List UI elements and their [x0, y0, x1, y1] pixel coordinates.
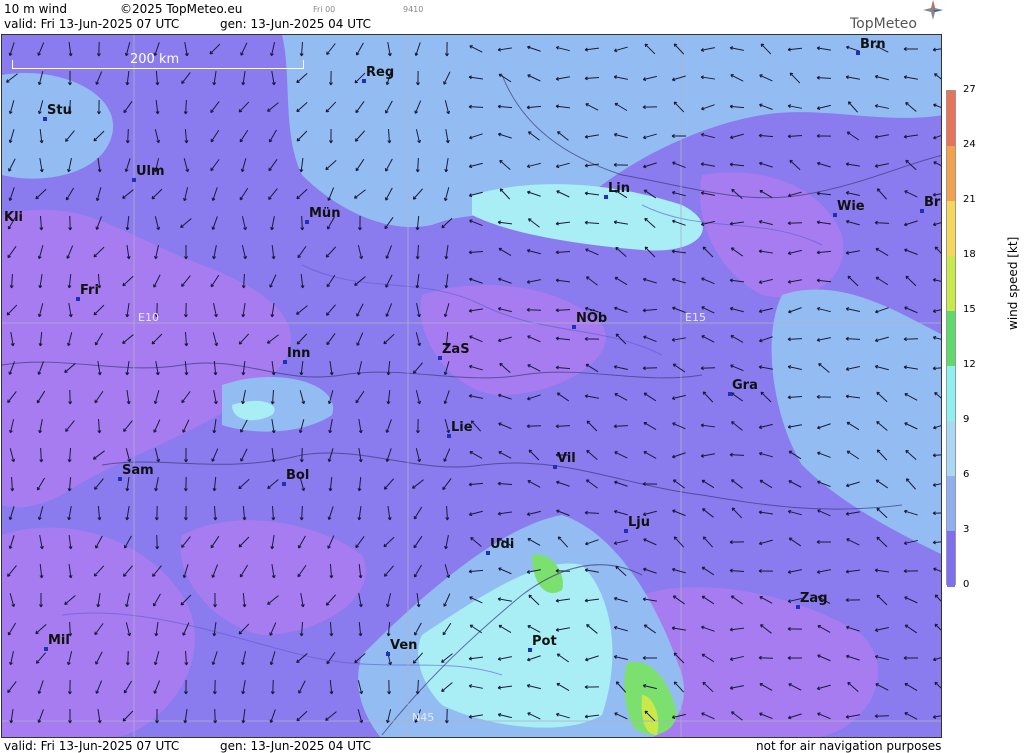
legend-segment [947, 366, 955, 422]
legend-tick-label: 24 [963, 139, 976, 150]
city-label: Udi [490, 537, 515, 552]
city-label: Mün [309, 206, 341, 221]
legend-tick-label: 0 [963, 579, 970, 590]
legend-tick-label: 21 [963, 194, 976, 205]
grid-label-e10: E10 [138, 311, 159, 324]
city-reg[interactable]: Reg [362, 65, 395, 83]
city-nob[interactable]: NÖb [572, 311, 608, 329]
city-ven[interactable]: Ven [386, 638, 418, 656]
run-label: Fri 00 [313, 5, 336, 14]
city-bol[interactable]: Bol [282, 468, 310, 486]
city-label: Sam [122, 463, 154, 478]
city-zas[interactable]: ZaS [438, 342, 470, 360]
legend-tick-label: 3 [963, 524, 970, 535]
city-label: Wie [837, 199, 865, 214]
wind-map[interactable]: 200 km E10 E15 N45 Brn Reg Stu Ulm Lin W… [1, 34, 942, 738]
grid-label-n45: N45 [412, 711, 435, 724]
copyright: ©2025 TopMeteo.eu [120, 2, 243, 16]
city-label: Fri [80, 283, 99, 298]
valid-time: valid: Fri 13-Jun-2025 07 UTC [4, 17, 180, 31]
city-wie[interactable]: Wie [833, 199, 865, 217]
city-label: Lju [628, 515, 650, 530]
city-sam[interactable]: Sam [118, 463, 154, 481]
city-label: Pot [532, 634, 557, 649]
map-title: 10 m wind [4, 2, 67, 16]
city-stu[interactable]: Stu [43, 103, 72, 121]
legend-segment [947, 201, 955, 257]
city-vil[interactable]: Vil [553, 451, 576, 469]
city-label: Zag [800, 591, 828, 606]
city-mun[interactable]: Mün [305, 206, 341, 224]
city-kli[interactable]: Kli [4, 210, 23, 225]
legend-segment [947, 311, 955, 367]
scale-label: 200 km [130, 52, 180, 67]
city-label: Br [924, 195, 941, 210]
city-inn[interactable]: Inn [283, 346, 311, 364]
topmeteo-logo[interactable]: TopMeteo [850, 0, 943, 32]
city-lju[interactable]: Lju [624, 515, 650, 533]
legend-tick-label: 12 [963, 359, 976, 370]
grid-label-e15: E15 [685, 311, 706, 324]
legend-colorbar [946, 90, 956, 587]
city-ulm[interactable]: Ulm [132, 164, 165, 182]
gen-time: gen: 13-Jun-2025 04 UTC [220, 17, 372, 31]
footer-gen: gen: 13-Jun-2025 04 UTC [220, 739, 372, 753]
city-label: Brn [860, 37, 886, 52]
legend-tick-label: 18 [963, 249, 976, 260]
city-label: Lie [451, 420, 473, 435]
legend-segment [947, 476, 955, 532]
city-label: Ulm [136, 164, 165, 179]
city-label: Vil [557, 451, 576, 466]
legend-tick-label: 6 [963, 469, 970, 480]
city-label: Lin [608, 181, 630, 196]
city-label: Mil [48, 633, 70, 648]
city-mil[interactable]: Mil [44, 633, 70, 651]
city-lie[interactable]: Lie [447, 420, 473, 438]
city-br[interactable]: Br [920, 195, 941, 213]
city-lin[interactable]: Lin [604, 181, 630, 199]
legend-segment [947, 421, 955, 477]
compass-star-icon [923, 0, 943, 20]
city-label: NÖb [576, 311, 608, 326]
city-label: ZaS [442, 342, 470, 357]
legend-segment [947, 256, 955, 312]
city-label: Reg [366, 65, 395, 80]
legend-unit-label: wind speed [kt] [1006, 236, 1020, 330]
city-fri[interactable]: Fri [76, 283, 99, 301]
legend-tick-label: 9 [963, 414, 970, 425]
code-label: 9410 [403, 5, 424, 14]
city-label: Kli [4, 210, 23, 225]
legend-tick-label: 27 [963, 84, 976, 95]
city-brn[interactable]: Brn [856, 37, 886, 55]
city-label: Inn [287, 346, 311, 361]
legend-tick-label: 15 [963, 304, 976, 315]
city-pot[interactable]: Pot [528, 634, 557, 652]
city-label: Stu [47, 103, 72, 118]
city-label: Gra [732, 378, 758, 393]
city-gra[interactable]: Gra [728, 378, 758, 396]
city-udi[interactable]: Udi [486, 537, 515, 555]
legend-segment [947, 531, 955, 587]
city-label: Ven [390, 638, 418, 653]
city-label: Bol [286, 468, 310, 483]
footer-valid: valid: Fri 13-Jun-2025 07 UTC [4, 739, 180, 753]
logo-text: TopMeteo [850, 16, 917, 32]
legend-segment [947, 146, 955, 202]
city-zag[interactable]: Zag [796, 591, 828, 609]
legend-segment [947, 91, 955, 147]
wind-field [2, 35, 941, 737]
footer-disclaimer: not for air navigation purposes [756, 739, 942, 753]
